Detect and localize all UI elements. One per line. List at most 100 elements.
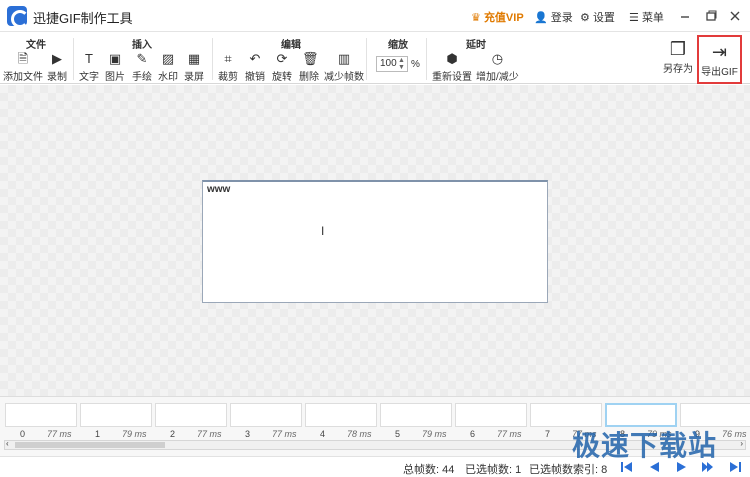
divider xyxy=(366,38,367,80)
add-file-label: 添加文件 xyxy=(3,72,43,83)
file-add-icon: 🗎 xyxy=(17,51,29,66)
image-button[interactable]: ▣ 图片 xyxy=(105,51,125,84)
reduce-frames-button[interactable]: ▥ 减少帧数 xyxy=(324,51,364,84)
menu-label: 菜单 xyxy=(641,12,664,24)
frame-index: 2 xyxy=(170,429,176,439)
add-file-button[interactable]: 🗎 添加文件 xyxy=(3,51,43,84)
frame-preview[interactable]: www I xyxy=(202,180,548,303)
last-frame-icon[interactable] xyxy=(728,461,742,473)
crop-button[interactable]: ⌗ 裁剪 xyxy=(218,52,238,84)
frame-thumbnail[interactable] xyxy=(455,403,527,427)
text-cursor-icon: I xyxy=(321,224,325,238)
trash-icon: 🗑 xyxy=(302,51,319,66)
frame-thumbnail[interactable] xyxy=(155,403,227,427)
frame-delay: 79 ms xyxy=(422,429,447,439)
draw-label: 手绘 xyxy=(132,72,152,83)
screen-record-button[interactable]: ▦ 录屏 xyxy=(184,51,204,84)
save-as-icon: ❒ xyxy=(669,39,687,59)
clock-icon: ◷ xyxy=(491,51,504,66)
export-gif-label: 导出GIF xyxy=(701,67,738,78)
watermark-label: 水印 xyxy=(158,72,178,83)
menu-button[interactable]: ☰ 菜单 xyxy=(629,9,664,25)
selected-frames: 已选帧数: 1 xyxy=(465,464,522,476)
frame-index: 0 xyxy=(20,429,26,439)
frame-thumbnail[interactable] xyxy=(5,403,77,427)
title-bar: 迅捷GIF制作工具 ♛ 充值VIP 👤 登录 ⚙ 设置 ☰ 菜单 xyxy=(0,0,750,32)
image-label: 图片 xyxy=(105,72,125,83)
frame-index: 5 xyxy=(395,429,401,439)
record-label: 录制 xyxy=(47,72,67,83)
frame-delay: 77 ms xyxy=(197,429,222,439)
app-title: 迅捷GIF制作工具 xyxy=(33,11,133,26)
maximize-icon[interactable] xyxy=(703,8,719,24)
total-frames: 总帧数: 44 xyxy=(403,464,455,476)
reset-icon: ⬢ xyxy=(446,51,458,66)
pencil-icon: ✎ xyxy=(136,51,148,66)
zoom-stepper[interactable]: ▲ ▼ xyxy=(398,57,406,71)
undo-button[interactable]: ↶ 撤销 xyxy=(245,51,265,84)
divider xyxy=(426,38,427,80)
reduce-frames-label: 减少帧数 xyxy=(324,72,364,83)
record-button[interactable]: ▶ 录制 xyxy=(47,52,67,84)
text-label: 文字 xyxy=(79,72,99,83)
zoom-unit: % xyxy=(411,59,420,70)
login-button[interactable]: 👤 登录 xyxy=(534,9,573,25)
reset-label: 重新设置 xyxy=(432,72,472,83)
frame-delay: 77 ms xyxy=(272,429,297,439)
save-as-button[interactable]: ❒ 另存为 xyxy=(662,38,694,75)
text-button[interactable]: T 文字 xyxy=(79,52,99,84)
divider xyxy=(73,38,74,80)
vip-label: 充值VIP xyxy=(483,12,524,24)
frames-icon: ▥ xyxy=(337,51,351,66)
frame-index: 4 xyxy=(320,429,326,439)
frame-delay: 77 ms xyxy=(497,429,522,439)
app-logo xyxy=(7,6,29,28)
save-as-label: 另存为 xyxy=(663,64,693,75)
frame-thumbnail[interactable] xyxy=(80,403,152,427)
undo-label: 撤销 xyxy=(245,72,265,83)
group-edit-label: 编辑 xyxy=(281,40,301,51)
settings-button[interactable]: ⚙ 设置 xyxy=(580,9,615,25)
rotate-button[interactable]: ⟳ 旋转 xyxy=(272,51,292,84)
close-icon[interactable] xyxy=(727,8,743,24)
watermark-icon: ▨ xyxy=(161,51,175,66)
chevron-left-icon[interactable]: ‹ xyxy=(6,439,9,448)
frame-thumbnail[interactable] xyxy=(380,403,452,427)
user-icon: 👤 xyxy=(534,12,548,24)
frame-thumbnail[interactable] xyxy=(230,403,302,427)
gear-icon: ⚙ xyxy=(580,12,590,24)
frame-delay: 78 ms xyxy=(347,429,372,439)
export-gif-button[interactable]: ⇥ 导出GIF xyxy=(697,35,742,84)
frame-delay: 77 ms xyxy=(47,429,72,439)
delete-button[interactable]: 🗑 删除 xyxy=(299,51,319,84)
watermark-button[interactable]: ▨ 水印 xyxy=(158,51,178,84)
crop-label: 裁剪 xyxy=(218,72,238,83)
frame-thumbnail[interactable] xyxy=(305,403,377,427)
screen-label: 录屏 xyxy=(184,72,204,83)
vip-button[interactable]: ♛ 充值VIP xyxy=(471,9,524,25)
rotate-icon: ⟳ xyxy=(276,51,288,66)
frame-index: 7 xyxy=(545,429,551,439)
chevron-down-icon[interactable]: ▼ xyxy=(398,64,405,71)
frame-index: 1 xyxy=(95,429,101,439)
film-icon: ▦ xyxy=(187,51,201,66)
image-icon: ▣ xyxy=(108,51,122,66)
undo-icon: ↶ xyxy=(249,51,261,66)
frame-index: 6 xyxy=(470,429,476,439)
minimize-icon[interactable] xyxy=(677,8,693,24)
frame-delay: 79 ms xyxy=(122,429,147,439)
reset-delay-button[interactable]: ⬢ 重新设置 xyxy=(432,51,472,84)
chevron-right-icon[interactable]: › xyxy=(740,439,743,448)
draw-button[interactable]: ✎ 手绘 xyxy=(132,51,152,84)
ribbon-toolbar: 文件 🗎 添加文件 ▶ 录制 插入 T 文字 ▣ 图片 ✎ 手绘 ▨ 水印 ▦ 录屏 编辑 ⌗… xyxy=(0,32,750,84)
crown-icon: ♛ xyxy=(471,12,481,24)
adjust-delay-button[interactable]: ◷ 增加/减少 xyxy=(476,51,519,84)
rotate-label: 旋转 xyxy=(272,72,292,83)
export-icon: ⇥ xyxy=(711,42,728,62)
delete-label: 删除 xyxy=(299,72,319,83)
canvas-area[interactable]: www I xyxy=(0,85,750,396)
chevron-up-icon[interactable]: ▲ xyxy=(398,57,405,64)
scrollbar-thumb[interactable] xyxy=(15,442,165,448)
settings-label: 设置 xyxy=(592,12,615,24)
adjust-label: 增加/减少 xyxy=(476,72,519,83)
